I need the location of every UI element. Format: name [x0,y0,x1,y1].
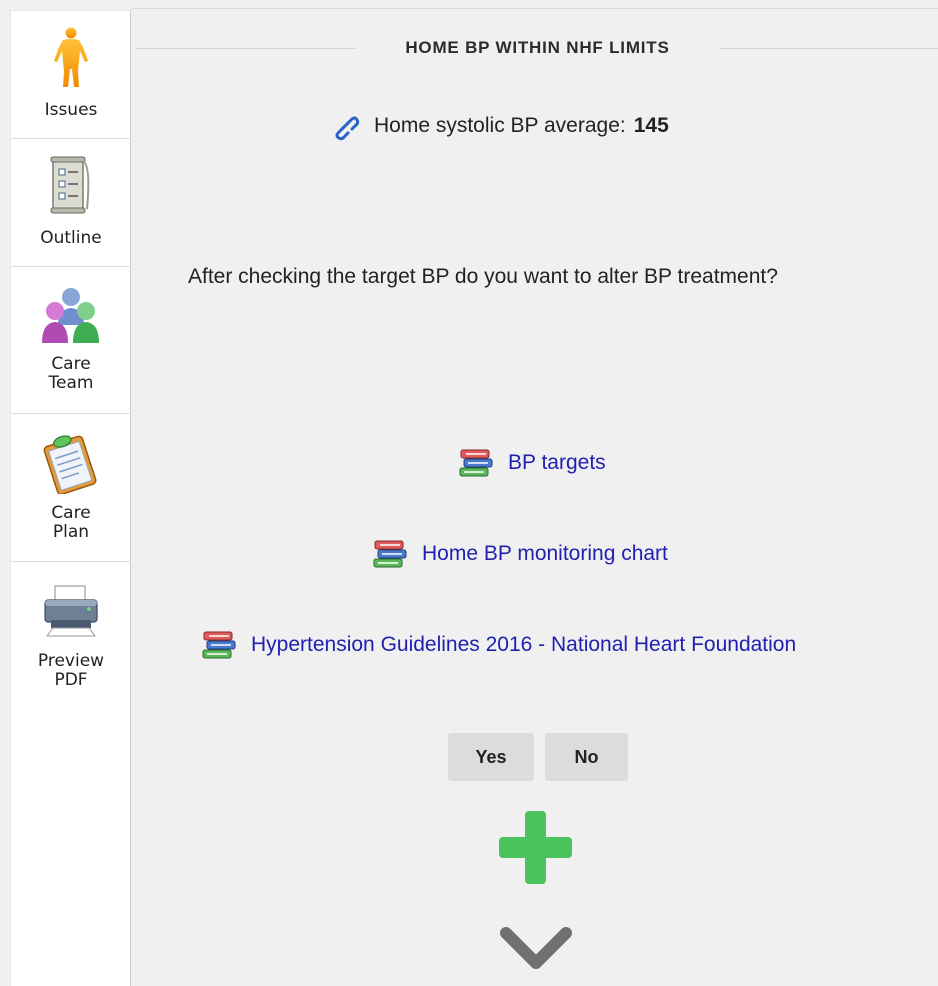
clipboard-icon [43,435,97,494]
link-home-bp-monitoring-chart[interactable]: Home BP monitoring chart [372,537,668,571]
header-rule-left [135,48,355,49]
plus-icon[interactable] [499,811,572,884]
sidebar-item-care-team[interactable]: Care Team [11,267,131,414]
section-header: HOME BP WITHIN NHF LIMITS [135,36,938,60]
scroll-list-icon [50,156,90,214]
books-icon [459,449,493,477]
sidebar-item-label: Outline [40,228,102,248]
sidebar-item-preview-pdf[interactable]: Preview PDF [11,562,131,712]
sidebar-item-outline[interactable]: Outline [11,139,131,267]
link-label: Hypertension Guidelines 2016 - National … [251,633,797,656]
top-divider [131,8,938,9]
link-label: BP targets [508,451,606,474]
sidebar-item-label-line2: Team [48,373,94,393]
section-title: HOME BP WITHIN NHF LIMITS [405,38,670,57]
body-figure-icon [54,27,88,87]
link-hypertension-guidelines[interactable]: Hypertension Guidelines 2016 - National … [201,628,796,662]
care-team-people-icon [42,288,99,343]
books-icon [373,540,407,568]
link-bp-targets[interactable]: BP targets [458,446,606,480]
sidebar-item-label: Issues [44,100,98,120]
sidebar-item-label-line1: Care [51,503,91,523]
sidebar-item-label-line2: Plan [52,522,90,542]
link-label: Home BP monitoring chart [422,542,668,565]
yes-button[interactable]: Yes [448,733,534,781]
link-icon[interactable] [330,111,360,141]
no-button[interactable]: No [545,733,628,781]
sidebar: Issues Outline Care Team Care Plan Previ… [10,10,131,986]
bp-average-value: 145 [633,114,669,137]
header-rule-right [720,48,938,49]
chevron-down-icon[interactable] [500,925,572,971]
sidebar-item-label-line2: PDF [54,670,88,690]
treatment-question: After checking the target BP do you want… [188,265,778,288]
bp-average-row: Home systolic BP average: 145 [330,110,669,142]
printer-icon [44,585,98,637]
sidebar-item-label-line1: Care [51,354,91,374]
books-icon [202,631,236,659]
sidebar-item-care-plan[interactable]: Care Plan [11,414,131,562]
bp-average-label: Home systolic BP average: [374,114,626,137]
sidebar-item-label-line1: Preview [37,651,105,671]
app-frame: Issues Outline Care Team Care Plan Previ… [0,0,938,986]
sidebar-item-issues[interactable]: Issues [11,11,131,139]
